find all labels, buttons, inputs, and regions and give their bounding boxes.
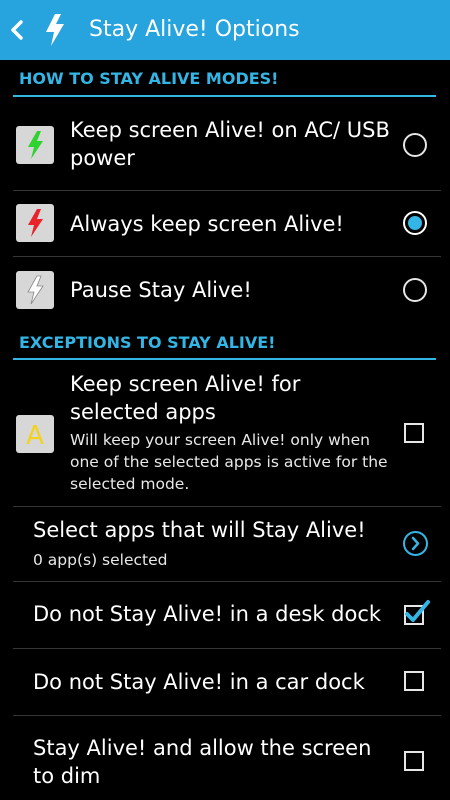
mode-label: Pause Stay Alive! bbox=[70, 278, 252, 302]
car-dock-item[interactable]: Do not Stay Alive! in a car dock bbox=[0, 649, 450, 715]
select-apps-title: Select apps that will Stay Alive! bbox=[33, 518, 366, 542]
checkmark-icon bbox=[405, 600, 430, 622]
mode-option-always[interactable]: Always keep screen Alive! bbox=[0, 191, 450, 256]
back-chevron-icon[interactable] bbox=[6, 16, 28, 44]
exception-summary: Will keep your screen Alive! only when o… bbox=[70, 431, 388, 493]
desk-dock-title: Do not Stay Alive! in a desk dock bbox=[33, 602, 382, 626]
section-header-modes: HOW TO STAY ALIVE MODES! bbox=[19, 69, 279, 88]
page-title: Stay Alive! Options bbox=[89, 17, 300, 42]
exception-selected-apps[interactable]: A Keep screen Alive! for selected apps W… bbox=[0, 360, 450, 505]
exception-title: Keep screen Alive! for selected apps bbox=[70, 372, 301, 424]
mode-radio-ac-usb[interactable] bbox=[403, 133, 427, 157]
select-apps-item[interactable]: Select apps that will Stay Alive! 0 app(… bbox=[0, 507, 450, 581]
allow-dim-checkbox[interactable] bbox=[404, 751, 424, 771]
red-bolt-icon bbox=[16, 204, 54, 242]
desk-dock-item[interactable]: Do not Stay Alive! in a desk dock bbox=[0, 582, 450, 648]
green-bolt-icon bbox=[16, 126, 54, 164]
icon-letter: A bbox=[26, 421, 44, 451]
select-apps-summary: 0 app(s) selected bbox=[33, 551, 168, 569]
action-bar: Stay Alive! Options bbox=[0, 0, 450, 60]
white-bolt-icon bbox=[16, 271, 54, 309]
car-dock-checkbox[interactable] bbox=[404, 671, 424, 691]
mode-label: Always keep screen Alive! bbox=[70, 212, 344, 236]
mode-radio-pause[interactable] bbox=[403, 278, 427, 302]
mode-label: Keep screen Alive! on AC/ USB power bbox=[70, 118, 390, 170]
allow-dim-title: Stay Alive! and allow the screen to dim bbox=[33, 736, 372, 788]
lightning-bolt-icon bbox=[46, 14, 64, 46]
mode-option-ac-usb[interactable]: Keep screen Alive! on AC/ USB power bbox=[0, 97, 450, 189]
selected-apps-checkbox[interactable] bbox=[404, 423, 424, 443]
allow-dim-item[interactable]: Stay Alive! and allow the screen to dim bbox=[0, 716, 450, 800]
section-header-exceptions: EXCEPTIONS TO STAY ALIVE! bbox=[19, 333, 276, 352]
mode-option-pause[interactable]: Pause Stay Alive! bbox=[0, 257, 450, 323]
mode-radio-always[interactable] bbox=[403, 211, 427, 235]
car-dock-title: Do not Stay Alive! in a car dock bbox=[33, 670, 365, 694]
chevron-right-icon[interactable] bbox=[403, 531, 428, 556]
letter-a-icon: A bbox=[16, 415, 54, 453]
